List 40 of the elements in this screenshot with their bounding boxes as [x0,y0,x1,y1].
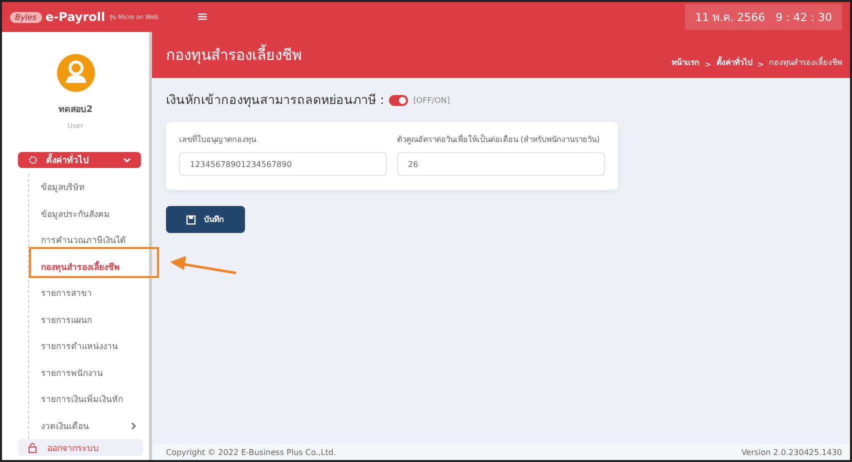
toggle-hint: [OFF/ON] [413,96,450,104]
menu-item[interactable]: รายการสาขา [29,280,149,307]
logout-button[interactable]: ออกจากระบบ [18,439,143,456]
menu-item[interactable]: งวดเงินเดือน [29,412,149,440]
pointer-arrow [168,255,238,277]
breadcrumb-separator: > [757,60,764,68]
breadcrumb-link[interactable]: กองทุนสำรองเลี้ยงชีพ [769,56,842,68]
copyright-text: Copyright © 2022 E-Business Plus Co.,Ltd. [166,448,336,456]
logo-badge: Byles [10,12,42,22]
menu-item[interactable]: รายการตำแหน่งงาน [29,333,149,360]
gear-icon [28,155,38,166]
user-name: ทดสอบ2 [58,104,93,116]
lock-icon [28,442,37,453]
menu-item[interactable]: ข้อมูลประกันสังคม [29,200,149,228]
floppy-icon [186,214,196,224]
page-title: กองทุนสำรองเลี้ยงชีพ [166,43,302,66]
menu-item[interactable]: การคำนวณภาษีเงินได้ [29,227,149,254]
version-text: Version 2.0.230425.1430 [741,448,842,456]
chevron-icon [131,422,137,430]
avatar-icon [56,54,94,92]
brand-name: e-Payroll [46,10,106,24]
input-field[interactable]: 26 [397,152,605,176]
menu-button[interactable]: ≡ [196,9,208,25]
settings-menu[interactable]: ตั้งค่าทั่วไป [18,152,141,168]
save-button[interactable]: บันทึก [166,206,245,233]
menu-item[interactable]: รายการพนักงาน [29,360,149,386]
input-field[interactable]: 12345678901234567890 [179,152,387,176]
breadcrumb-separator: > [704,60,712,68]
menu-item[interactable]: ข้อมูลบริษัท [29,174,149,201]
clock: 11 พ.ค. 2566 9 : 42 : 30 [685,4,842,30]
breadcrumb-link[interactable]: หน้าแรก [672,56,700,68]
menu-item[interactable]: กองทุนสำรองเลี้ยงชีพ [29,254,149,280]
field-label: ตัวคูณอัตราต่อวันเพื่อให้เป็นต่อเดือน (สำหรับพนักงานรายวัน) [397,134,601,146]
toggle-label: เงินหักเข้ากองทุนสามารถลดหย่อนภาษี : [166,91,384,110]
breadcrumb-link[interactable]: ตั้งค่าทั่วไป [716,56,752,68]
menu-item[interactable]: รายการเงินเพิ่มเงินหัก [29,386,149,413]
field-label: เลขที่ใบอนุญาตกองทุน [179,134,258,146]
chevron-icon [123,156,131,164]
menu-item[interactable]: รายการแผนก [29,306,149,334]
toggle-switch[interactable] [389,94,408,106]
